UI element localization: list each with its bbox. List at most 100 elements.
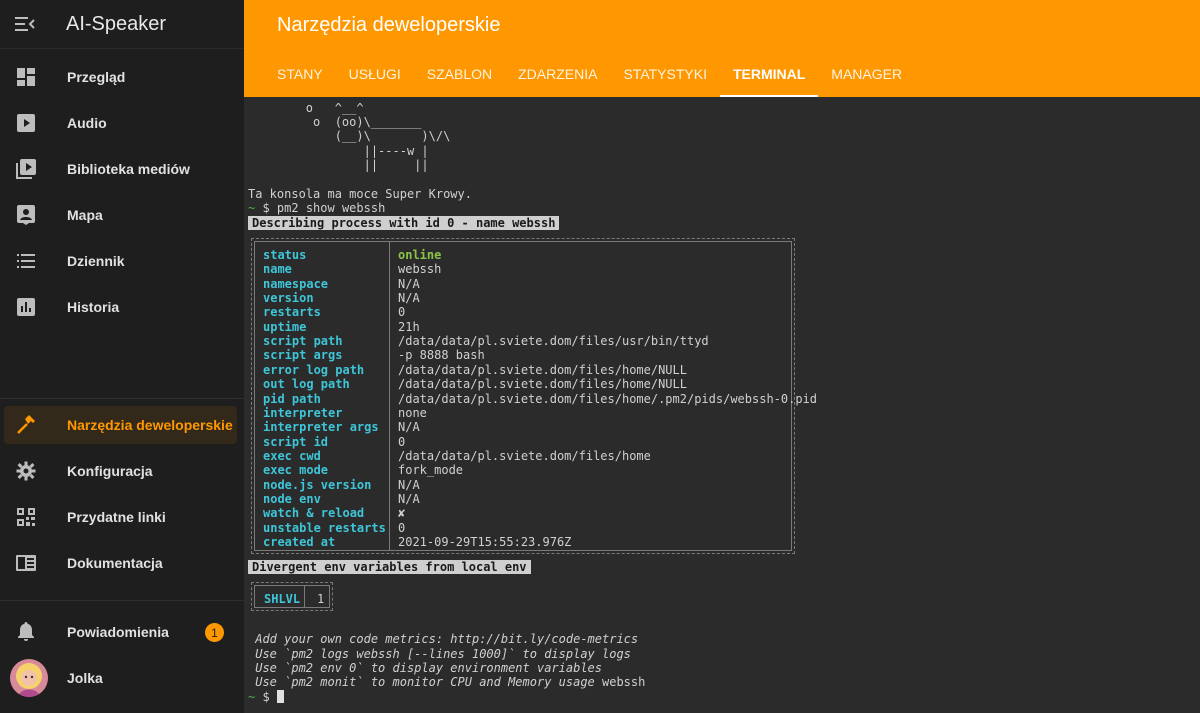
process-key: uptime [263,319,307,334]
hint-text: Use `pm2 monit` to monitor CPU and Memor… [248,675,595,689]
prompt-tilde: ~ [248,201,256,215]
sidebar-item-historia[interactable]: Historia [4,288,237,326]
process-value: N/A [398,491,420,506]
cow-line: o (oo)\_______ [248,115,422,129]
sidebar-item-label: Dokumentacja [67,555,163,571]
hint-line: Use `pm2 monit` to monitor CPU and Memor… [248,675,645,689]
sidebar-item-label: Dziennik [67,253,125,269]
user-name: Jolka [67,670,103,686]
process-key: interpreter args [263,420,379,435]
sidebar-header: AI-Speaker [0,0,244,49]
hint-line: Use `pm2 env 0` to display environment v… [248,661,603,675]
process-value: online [398,248,442,262]
sidebar-item-user[interactable]: Jolka [4,659,237,697]
process-key: watch & reload [263,506,365,521]
hammer-icon [16,415,36,435]
process-value: /data/data/pl.sviete.dom/files/home/NULL [398,377,687,392]
process-key: unstable restarts [263,520,386,535]
sidebar-item-dokumentacja[interactable]: Dokumentacja [4,544,237,582]
qr-icon [16,507,36,527]
command-line: ~ $ pm2 show webssh [248,201,385,215]
process-key: out log path [263,377,350,392]
process-value: none [398,405,427,420]
sidebar-item-label: Przegląd [67,69,126,85]
terminal[interactable]: o ^__^ o (oo)\_______ (__)\ )\/\ ||----w… [244,97,1200,713]
env-key: SHLVL [264,592,301,606]
sidebar-item-label: Audio [67,115,107,131]
motd-line: Ta konsola ma moce Super Krowy. [248,187,472,201]
env-header-line: Divergent env variables from local env [248,560,531,574]
process-value: /data/data/pl.sviete.dom/files/usr/bin/t… [398,334,709,349]
sidebar-item-narzedzia[interactable]: Narzędzia deweloperskie [4,406,237,444]
sidebar: AI-Speaker Przegląd Audio Biblioteka med… [0,0,244,713]
process-value: 0 [398,305,406,320]
input-prompt-line[interactable]: ~ $ [248,690,284,704]
list-icon [16,251,36,271]
avatar [10,659,48,697]
process-value: /data/data/pl.sviete.dom/files/home [398,448,651,463]
tab-statystyki[interactable]: STATYSTYKI [610,50,720,97]
process-key: restarts [263,305,321,320]
menu-collapse-icon [15,17,35,31]
sidebar-item-label: Mapa [67,207,103,223]
process-value: 21h [398,319,420,334]
tab-bar: STANY USŁUGI SZABLON ZDARZENIA STATYSTYK… [264,50,915,97]
process-key: script id [263,434,329,449]
sidebar-item-linki[interactable]: Przydatne linki [4,498,237,536]
process-key: created at [263,535,336,549]
describe-header-line: Describing process with id 0 - name webs… [248,216,560,230]
env-header: Divergent env variables from local env [248,560,531,574]
sidebar-item-dziennik[interactable]: Dziennik [4,242,237,280]
sidebar-item-przeglad[interactable]: Przegląd [4,58,237,96]
cow-line: (__)\ )\/\ [248,129,451,143]
sidebar-item-audio[interactable]: Audio [4,104,237,142]
cow-line: o ^__^ [248,101,364,115]
process-value: 0 [398,520,406,535]
sidebar-item-label: Narzędzia deweloperskie [67,417,233,433]
process-key: script args [263,348,343,363]
menu-collapse-button[interactable] [0,0,50,49]
process-info-table: status online name webssh namespace N/A versio… [251,238,817,554]
bell-icon [16,622,36,642]
sidebar-item-konfiguracja[interactable]: Konfiguracja [4,452,237,490]
tab-stany[interactable]: STANY [264,50,336,97]
process-value: N/A [398,420,420,435]
tab-szablon[interactable]: SZABLON [414,50,505,97]
hint-process-name: webssh [594,675,646,689]
process-key: node.js version [263,477,372,492]
sidebar-item-mapa[interactable]: Mapa [4,196,237,234]
process-value: -p 8888 bash [398,348,485,363]
gear-icon [16,461,36,481]
process-key: exec cwd [263,448,321,463]
terminal-cursor [276,690,284,703]
tab-manager[interactable]: MANAGER [818,50,915,97]
process-value: N/A [398,276,420,291]
top-app-bar: Narzędzia deweloperskie STANY USŁUGI SZA… [244,0,1200,97]
process-table-frame: status online name webssh namespace N/A versio… [254,241,817,551]
sidebar-item-label: Biblioteka mediów [67,161,190,177]
process-value: N/A [398,291,420,306]
tab-terminal[interactable]: TERMINAL [719,50,819,97]
process-key: exec mode [263,463,329,478]
tab-uslugi[interactable]: USŁUGI [336,50,414,97]
prompt-dollar: $ [262,690,277,704]
map-person-icon [16,205,36,225]
process-key: pid path [263,391,321,406]
process-value: 2021-09-29T15:55:23.976Z [398,535,572,549]
process-key: error log path [263,362,365,377]
env-table-separator [304,586,305,607]
describe-header: Describing process with id 0 - name webs… [248,216,560,230]
sidebar-item-powiadomienia[interactable]: Powiadomienia 1 [4,613,237,651]
process-table-separator [389,242,390,550]
tab-zdarzenia[interactable]: ZDARZENIA [505,50,610,97]
process-value: 0 [398,434,406,449]
process-value: ✘ [398,506,406,521]
sidebar-item-biblioteka[interactable]: Biblioteka mediów [4,150,237,188]
command-text: $ pm2 show webssh [262,201,386,215]
app-title: AI-Speaker [66,12,167,35]
hint-line: Use `pm2 logs webssh [--lines 1000]` to … [248,647,631,661]
media-library-icon [16,159,36,179]
process-key: interpreter [263,405,343,420]
process-value: /data/data/pl.sviete.dom/files/home/.pm2… [398,391,818,406]
book-icon [16,553,36,573]
